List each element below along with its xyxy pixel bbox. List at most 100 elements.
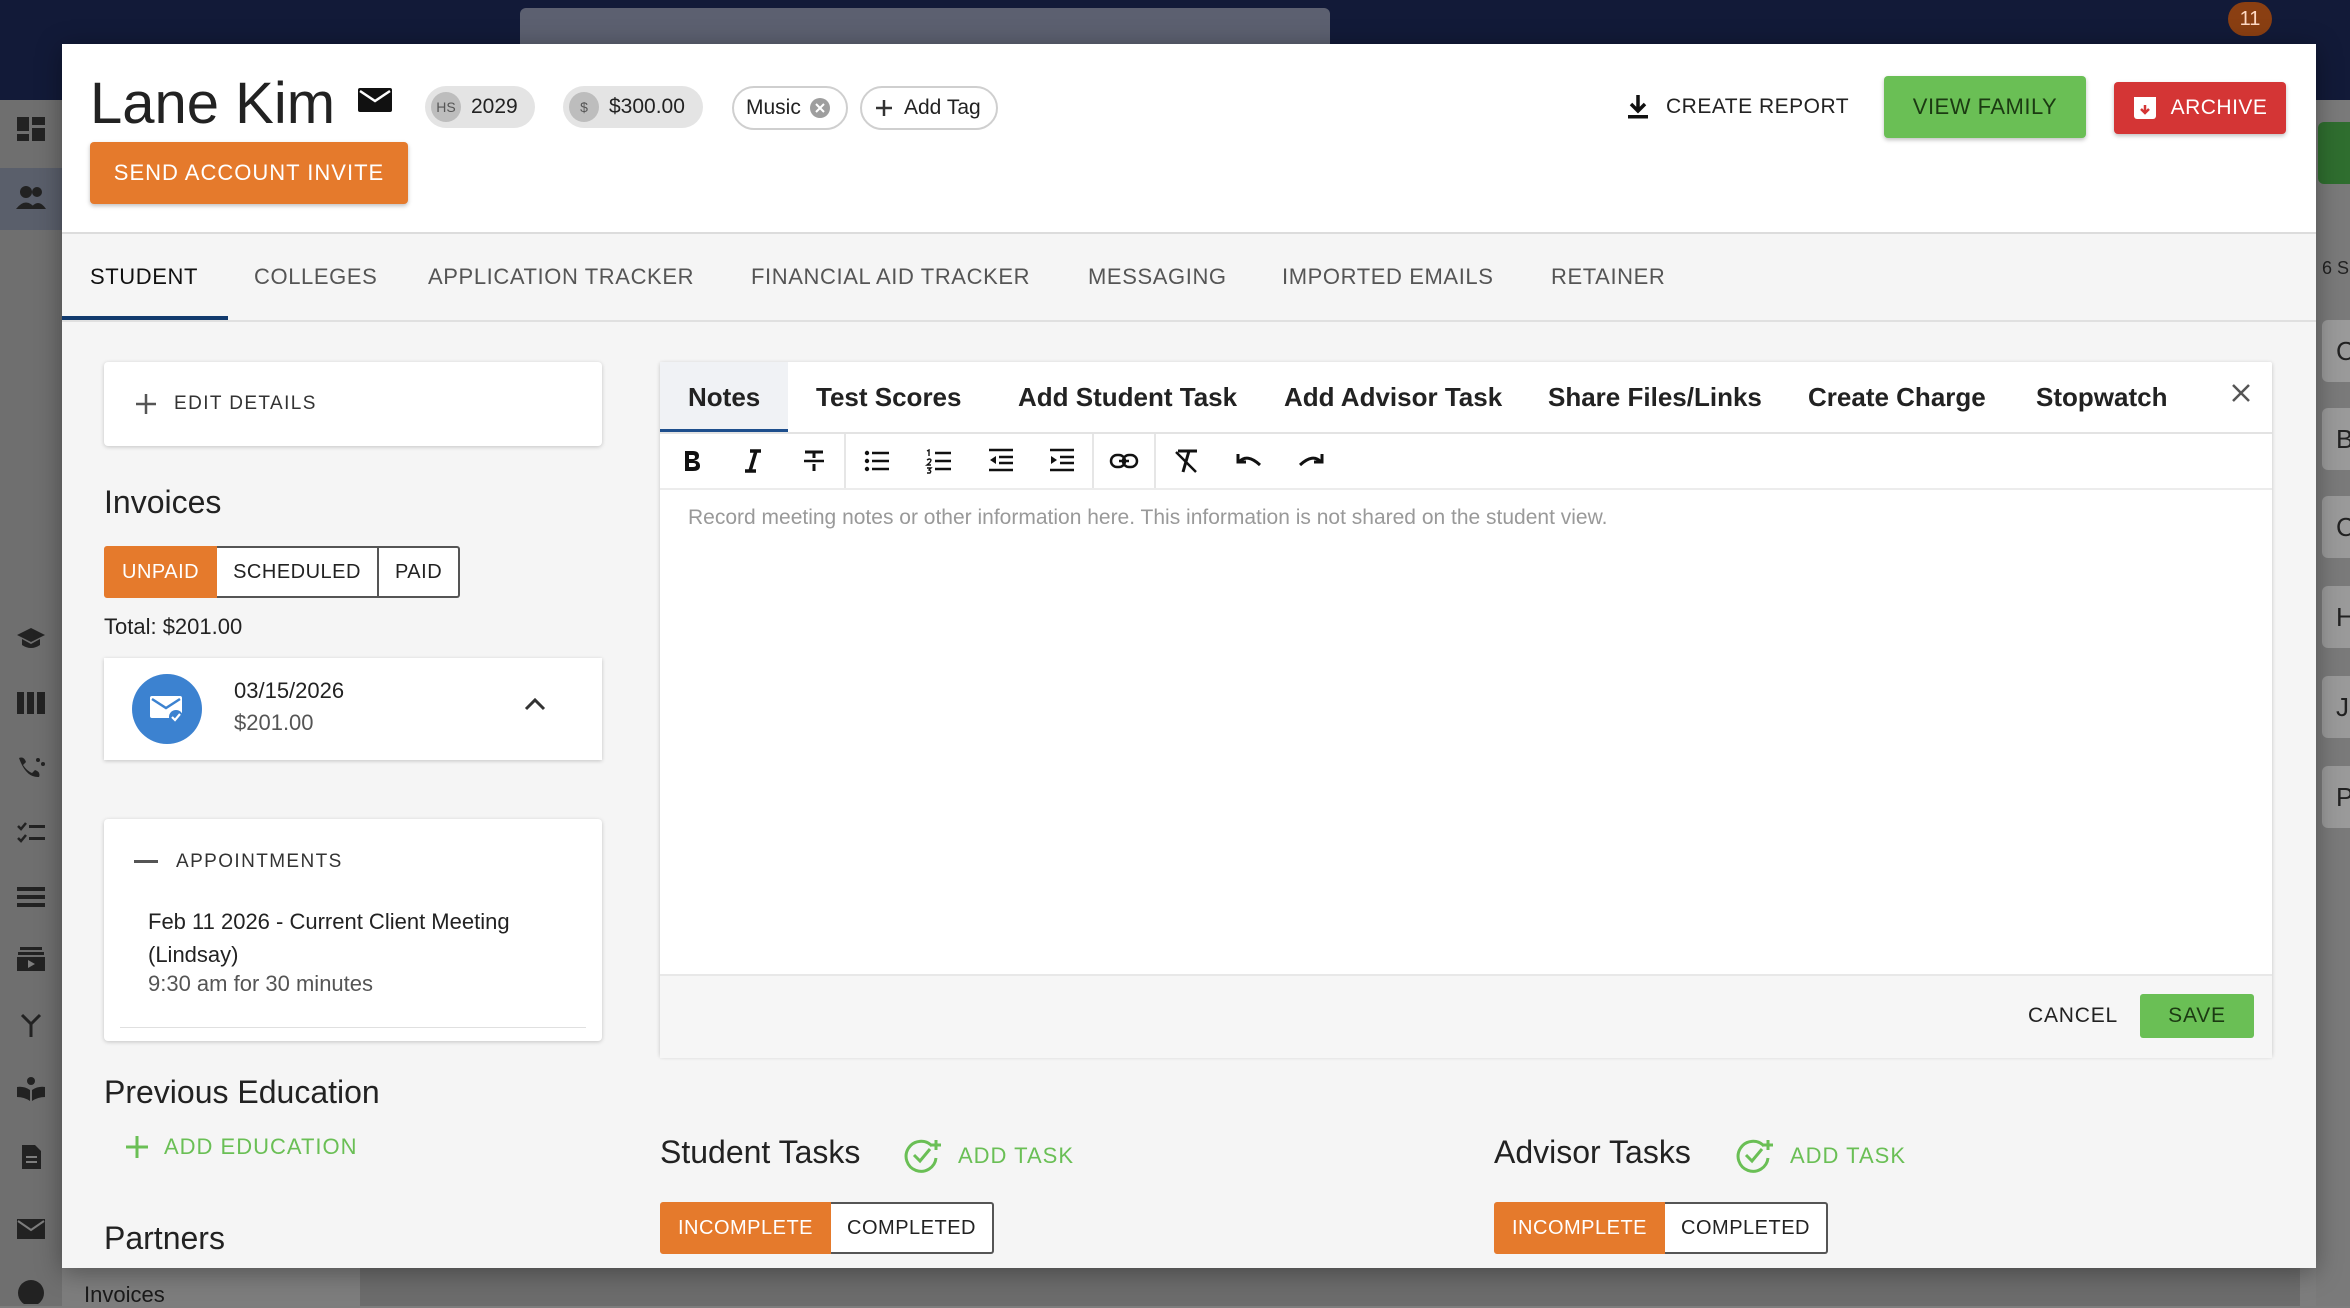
link-icon[interactable]	[1094, 434, 1156, 488]
archive-icon	[2133, 96, 2157, 120]
undo-icon[interactable]	[1218, 434, 1280, 488]
add-task-label: ADD TASK	[958, 1143, 1074, 1168]
document-icon[interactable]	[16, 1144, 46, 1170]
background-content-strip	[360, 1266, 2300, 1306]
advisor-filter-incomplete[interactable]: INCOMPLETE	[1494, 1202, 1666, 1254]
modal-header: Lane Kim HS 2029 $ $300.00 Music Add Tag…	[62, 44, 2316, 234]
appointment-title[interactable]: Feb 11 2026 - Current Client Meeting (Li…	[148, 905, 568, 971]
background-card: J	[2322, 676, 2350, 738]
invoice-filter-paid[interactable]: PAID	[378, 546, 461, 598]
close-icon[interactable]	[2230, 382, 2252, 404]
outdent-icon[interactable]	[970, 434, 1032, 488]
editor-toolbar	[660, 434, 2272, 490]
tab-financial-aid-tracker[interactable]: FINANCIAL AID TRACKER	[751, 234, 1030, 320]
reader-icon[interactable]	[16, 1076, 46, 1102]
view-family-button[interactable]: VIEW FAMILY	[1884, 76, 2086, 138]
balance-amount: $300.00	[609, 95, 685, 118]
add-education-label: ADD EDUCATION	[164, 1134, 358, 1159]
people-icon[interactable]	[16, 184, 46, 210]
italic-icon[interactable]	[722, 434, 784, 488]
envelope-icon[interactable]	[16, 1216, 46, 1242]
phone-activity-icon[interactable]	[16, 754, 46, 780]
edit-details-button[interactable]: EDIT DETAILS	[104, 362, 602, 446]
envelope-icon[interactable]	[358, 86, 392, 114]
grad-year-chip: HS 2029	[425, 86, 535, 128]
tab-application-tracker[interactable]: APPLICATION TRACKER	[428, 234, 694, 320]
advisor-tasks-heading: Advisor Tasks	[1494, 1134, 1691, 1170]
cancel-button[interactable]: CANCEL	[2028, 1004, 2118, 1028]
tab-messaging[interactable]: MESSAGING	[1088, 234, 1227, 320]
invoice-filter-group: UNPAID SCHEDULED PAID	[104, 546, 461, 598]
tag-chip[interactable]: Music	[732, 86, 848, 130]
notes-tab-stopwatch[interactable]: Stopwatch	[2036, 362, 2167, 432]
redo-icon[interactable]	[1280, 434, 1342, 488]
student-task-filter: INCOMPLETE COMPLETED	[660, 1202, 994, 1254]
notes-tab-add-student-task[interactable]: Add Student Task	[1018, 362, 1237, 432]
clear-format-icon[interactable]	[1156, 434, 1218, 488]
merge-icon[interactable]	[16, 1012, 46, 1038]
columns-icon[interactable]	[16, 690, 46, 716]
create-report-label: CREATE REPORT	[1666, 95, 1850, 118]
save-button[interactable]: SAVE	[2140, 994, 2254, 1038]
video-library-icon[interactable]	[16, 946, 46, 972]
invoice-item[interactable]: 03/15/2026 $201.00	[104, 658, 602, 760]
appointments-toggle[interactable]: APPOINTMENTS	[134, 851, 343, 873]
background-card: P	[2322, 766, 2350, 828]
dollar-icon[interactable]	[16, 1278, 46, 1304]
appointments-label: APPOINTMENTS	[176, 851, 343, 872]
indent-icon[interactable]	[1032, 434, 1094, 488]
checklist-icon[interactable]	[16, 820, 46, 846]
add-tag-button[interactable]: Add Tag	[860, 86, 998, 130]
bold-icon[interactable]	[660, 434, 722, 488]
edit-details-label: EDIT DETAILS	[174, 393, 317, 414]
add-advisor-task-button[interactable]: ADD TASK	[1736, 1138, 1906, 1174]
plus-icon	[874, 98, 894, 118]
tab-colleges[interactable]: COLLEGES	[254, 234, 377, 320]
notes-editor-placeholder[interactable]: Record meeting notes or other informatio…	[688, 506, 1607, 530]
notes-tab-add-advisor-task[interactable]: Add Advisor Task	[1284, 362, 1502, 432]
previous-education-heading: Previous Education	[104, 1074, 380, 1110]
advisor-filter-completed[interactable]: COMPLETED	[1665, 1202, 1828, 1254]
list-icon[interactable]	[16, 884, 46, 910]
create-report-button[interactable]: CREATE REPORT	[1626, 87, 1849, 127]
tab-student[interactable]: STUDENT	[62, 234, 229, 320]
invoice-sent-icon	[132, 674, 202, 744]
notes-tab-create-charge[interactable]: Create Charge	[1808, 362, 1986, 432]
notes-tabs: Notes Test Scores Add Student Task Add A…	[660, 362, 2272, 434]
balance-badge: $	[569, 92, 599, 122]
advisor-task-filter: INCOMPLETE COMPLETED	[1494, 1202, 1828, 1254]
sidebar-invoices-label[interactable]: Invoices	[84, 1282, 165, 1308]
invoice-filter-unpaid[interactable]: UNPAID	[104, 546, 218, 598]
student-tasks-heading: Student Tasks	[660, 1134, 861, 1170]
partners-heading: Partners	[104, 1220, 225, 1256]
bullet-list-icon[interactable]	[846, 434, 908, 488]
invoice-total: Total: $201.00	[104, 614, 243, 639]
collapse-icon	[134, 860, 158, 864]
dashboard-icon[interactable]	[16, 116, 46, 142]
balance-chip: $ $300.00	[563, 86, 703, 128]
tag-label: Music	[746, 96, 801, 119]
archive-button[interactable]: ARCHIVE	[2114, 82, 2286, 134]
plus-icon	[124, 1134, 150, 1160]
numbered-list-icon[interactable]	[908, 434, 970, 488]
student-filter-incomplete[interactable]: INCOMPLETE	[660, 1202, 832, 1254]
background-card: C	[2322, 320, 2350, 382]
notes-tab-share-files[interactable]: Share Files/Links	[1548, 362, 1762, 432]
tab-retainer[interactable]: RETAINER	[1551, 234, 1665, 320]
add-student-task-button[interactable]: ADD TASK	[904, 1138, 1074, 1174]
notes-tab-test-scores[interactable]: Test Scores	[816, 362, 961, 432]
invoice-filter-scheduled[interactable]: SCHEDULED	[217, 546, 379, 598]
remove-tag-icon[interactable]	[809, 97, 831, 119]
chevron-up-icon[interactable]	[522, 694, 548, 714]
student-filter-completed[interactable]: COMPLETED	[831, 1202, 994, 1254]
notes-tab-notes[interactable]: Notes	[660, 362, 789, 432]
school-icon[interactable]	[16, 626, 46, 652]
appointments-card: APPOINTMENTS Feb 11 2026 - Current Clien…	[104, 819, 602, 1041]
strikethrough-icon[interactable]	[784, 434, 846, 488]
main-tabs: STUDENT COLLEGES APPLICATION TRACKER FIN…	[62, 234, 2316, 322]
send-account-invite-button[interactable]: SEND ACCOUNT INVITE	[90, 142, 408, 204]
tab-imported-emails[interactable]: IMPORTED EMAILS	[1282, 234, 1494, 320]
background-green-button	[2318, 122, 2350, 184]
add-education-button[interactable]: ADD EDUCATION	[124, 1134, 358, 1160]
background-card: C	[2322, 496, 2350, 558]
